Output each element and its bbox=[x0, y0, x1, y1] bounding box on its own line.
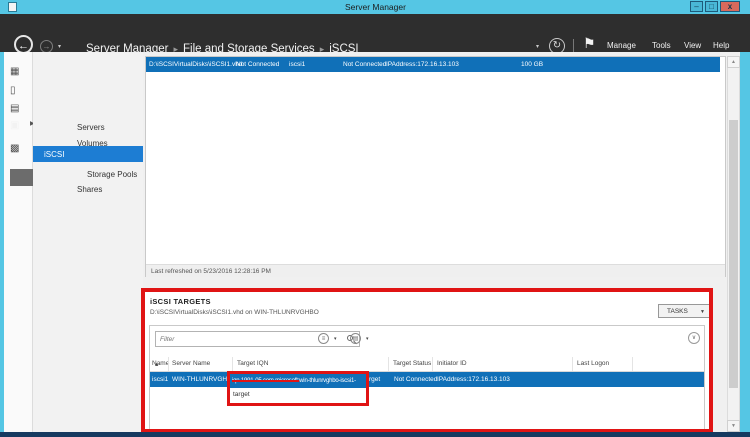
services-icon[interactable]: ▩ bbox=[10, 143, 19, 155]
sidebar-item-shares[interactable]: Shares bbox=[77, 185, 102, 194]
scrollbar-thumb[interactable] bbox=[729, 120, 738, 388]
iqn-rest-text: win-thlunrvghbo-iscsi1- bbox=[299, 378, 356, 384]
back-icon: ← bbox=[18, 40, 29, 52]
scroll-up-icon[interactable]: ▲ bbox=[727, 56, 740, 68]
virtual-disk-row[interactable]: D:\iSCSIVirtualDisks\iSCSI1.vhd Not Conn… bbox=[146, 57, 720, 72]
annotation-box-iqn: iqn.1991-05.com.microsoft:win-thlunrvghb… bbox=[227, 371, 369, 406]
menu-help[interactable]: Help bbox=[713, 41, 729, 50]
annotation-box-targets bbox=[141, 288, 713, 433]
disk-status: Not Connected bbox=[236, 61, 279, 68]
local-server-icon[interactable]: ▯ bbox=[10, 85, 16, 97]
window-title: Server Manager bbox=[345, 2, 406, 12]
disk-initiator-id: IPAddress:172.16.13.103 bbox=[386, 61, 459, 68]
maximize-button[interactable]: □ bbox=[705, 1, 718, 12]
all-servers-icon[interactable]: ▤ bbox=[10, 103, 19, 115]
iqn-text-line2: target bbox=[230, 388, 366, 402]
history-dropdown-icon[interactable]: ▾ bbox=[58, 43, 61, 50]
sidebar-item-storage-pools[interactable]: Storage Pools bbox=[87, 170, 137, 179]
disk-target-name: iscsi1 bbox=[289, 61, 305, 68]
sidebar-item-iscsi[interactable]: iSCSI bbox=[33, 146, 143, 162]
window-bottom-edge bbox=[0, 432, 750, 437]
refresh-icon: ↻ bbox=[553, 40, 561, 51]
navigation-bar: ← → ▾ Server Manager▸File and Storage Se… bbox=[0, 14, 750, 52]
disk-target-status: Not Connected bbox=[343, 61, 386, 68]
menu-manage[interactable]: Manage bbox=[607, 41, 636, 50]
menu-tools[interactable]: Tools bbox=[652, 41, 671, 50]
iqn-struck-text: iqn.1991-05.com.microsoft: bbox=[232, 378, 299, 384]
server-manager-window: Server Manager – □ x ← → ▾ Server Manage… bbox=[0, 0, 750, 437]
menu-view[interactable]: View bbox=[684, 41, 701, 50]
scroll-down-icon[interactable]: ▼ bbox=[727, 420, 740, 432]
notifications-dropdown-icon[interactable]: ▾ bbox=[536, 43, 539, 50]
last-refreshed-text: Last refreshed on 5/23/2016 12:28:16 PM bbox=[151, 268, 271, 275]
disk-path: D:\iSCSIVirtualDisks\iSCSI1.vhd bbox=[149, 61, 242, 68]
sidebar-item-servers[interactable]: Servers bbox=[77, 123, 105, 132]
sidebar-item-label: iSCSI bbox=[44, 150, 64, 159]
forward-icon: → bbox=[43, 42, 51, 51]
file-storage-services-icon[interactable]: ▣ bbox=[10, 120, 19, 132]
minimize-button[interactable]: – bbox=[690, 1, 703, 12]
iqn-text-line1: iqn.1991-05.com.microsoft:win-thlunrvghb… bbox=[230, 374, 366, 388]
icon-strip-selection bbox=[10, 169, 33, 186]
server-manager-icon bbox=[8, 2, 17, 12]
close-button[interactable]: x bbox=[720, 1, 740, 12]
virtual-disks-panel bbox=[145, 56, 726, 277]
disk-size: 100 GB bbox=[521, 61, 543, 68]
titlebar: Server Manager – □ x bbox=[0, 0, 750, 14]
dashboard-icon[interactable]: ▦ bbox=[10, 66, 19, 78]
sidebar-nav: Servers Volumes Disks Storage Pools Shar… bbox=[33, 52, 143, 432]
refresh-statusbar: Last refreshed on 5/23/2016 12:28:16 PM bbox=[146, 264, 725, 277]
notification-flag-icon[interactable]: ⚑ bbox=[583, 35, 596, 52]
